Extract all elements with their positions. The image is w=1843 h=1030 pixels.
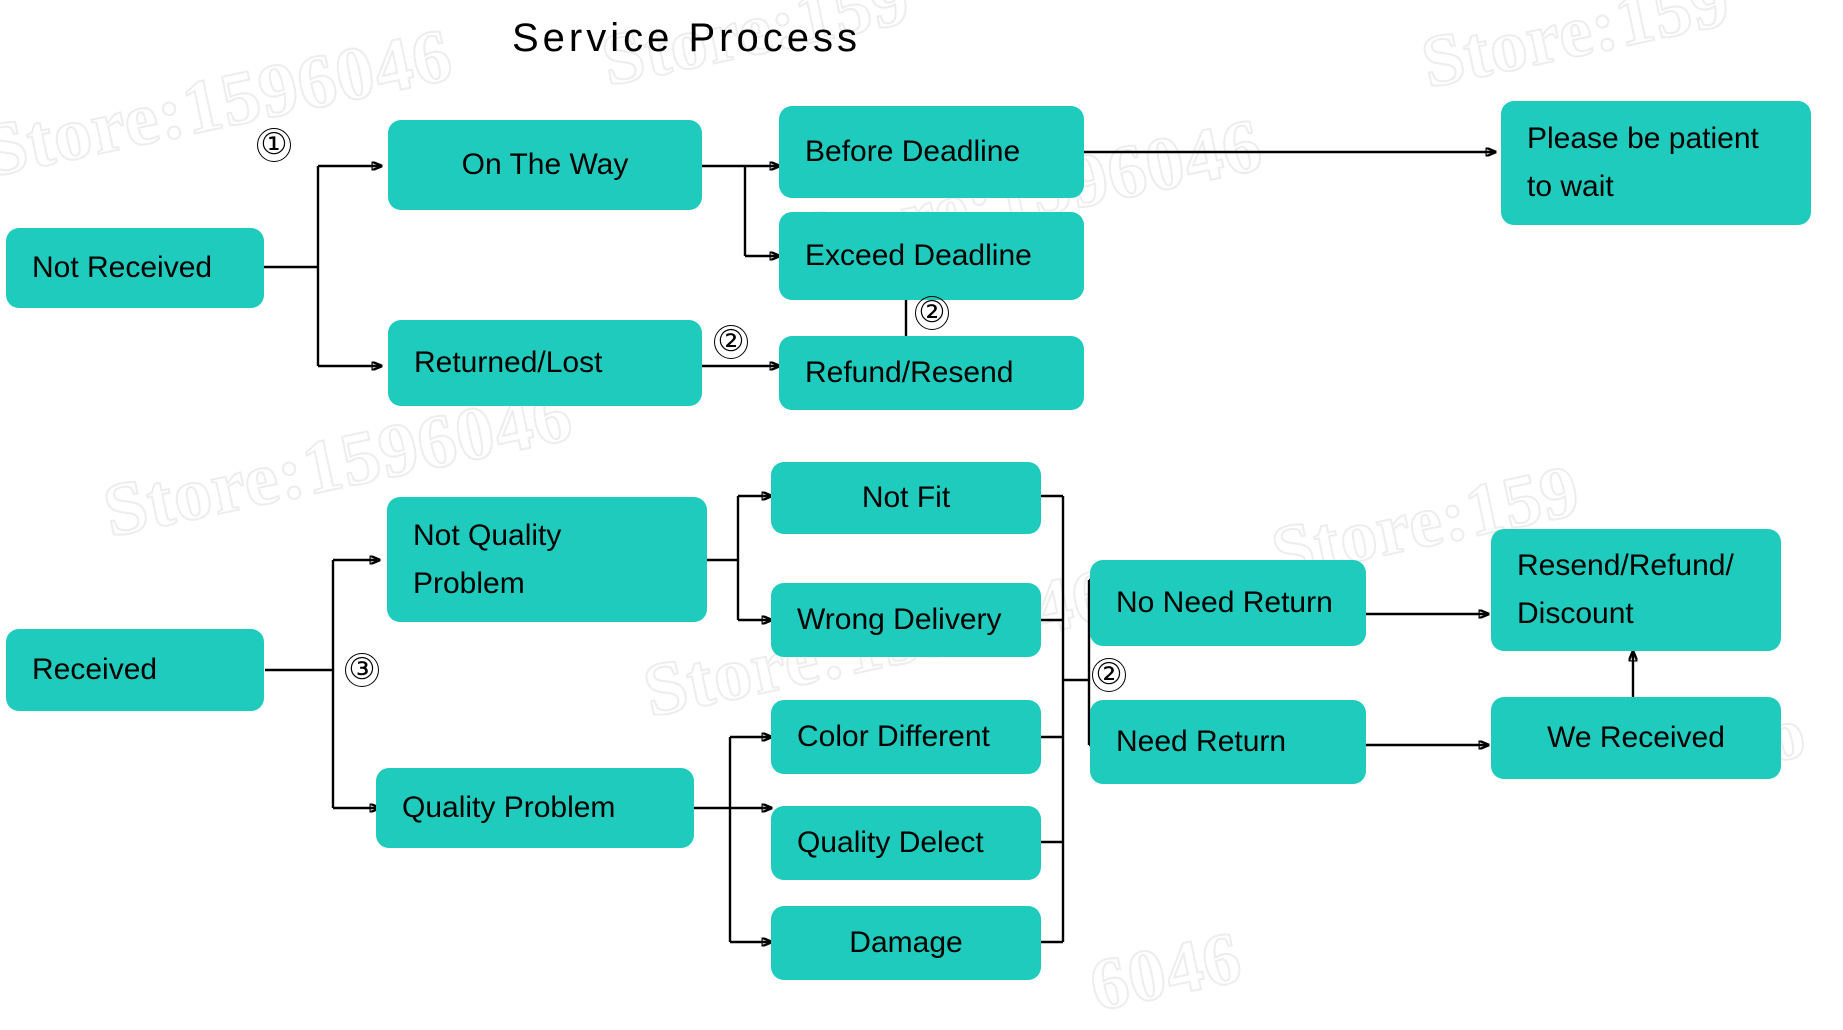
- node-color-different[interactable]: Color Different: [771, 700, 1041, 774]
- node-quality-delect[interactable]: Quality Delect: [771, 806, 1041, 880]
- node-label: Not Fit: [861, 481, 951, 514]
- edge-quality-split: [694, 737, 772, 942]
- page-title: Service Process: [512, 16, 861, 60]
- marker-3: ③: [345, 653, 379, 687]
- node-wrong-delivery[interactable]: Wrong Delivery: [771, 583, 1041, 657]
- node-before-deadline[interactable]: Before Deadline: [779, 106, 1084, 198]
- edge-notquality-split: [707, 496, 772, 620]
- node-not-received[interactable]: Not Received: [6, 228, 264, 308]
- marker-2-returned-lost: ②: [714, 325, 748, 359]
- node-label: No Need Return: [1116, 586, 1333, 619]
- node-not-fit[interactable]: Not Fit: [771, 462, 1041, 534]
- node-label-line2: Discount: [1517, 597, 1634, 630]
- node-label: Quality Delect: [797, 826, 984, 859]
- node-label-line2: to wait: [1527, 170, 1614, 203]
- node-quality-problem[interactable]: Quality Problem: [376, 768, 694, 848]
- node-label: Received: [32, 653, 158, 686]
- node-please-be-patient-to-wait[interactable]: Please be patient to wait: [1501, 101, 1811, 225]
- node-label: Returned/Lost: [414, 346, 603, 379]
- flowchart-canvas: Store:159 Store:159 Store:1596046 Store:…: [0, 0, 1843, 1029]
- edge-ontheway-split: [700, 166, 780, 256]
- node-not-quality-problem[interactable]: Not Quality Problem: [387, 497, 707, 622]
- node-label: Need Return: [1116, 725, 1287, 758]
- node-label-line1: Resend/Refund/: [1517, 549, 1734, 582]
- node-received[interactable]: Received: [6, 629, 264, 711]
- marker-2-return-split: ②: [1092, 658, 1126, 692]
- node-need-return[interactable]: Need Return: [1090, 700, 1366, 784]
- node-resend-refund-discount[interactable]: Resend/Refund/ Discount: [1491, 529, 1781, 651]
- node-exceed-deadline[interactable]: Exceed Deadline: [779, 212, 1084, 300]
- node-refund-resend[interactable]: Refund/Resend: [779, 336, 1084, 410]
- node-label: Refund/Resend: [805, 356, 1014, 389]
- node-label: Not Received: [32, 251, 213, 284]
- node-label-line1: Please be patient: [1527, 122, 1759, 155]
- node-returned-lost[interactable]: Returned/Lost: [388, 320, 702, 406]
- node-label: Color Different: [797, 720, 990, 753]
- node-on-the-way[interactable]: On The Way: [388, 120, 702, 210]
- node-label: Before Deadline: [805, 135, 1021, 168]
- node-label-line2: Problem: [413, 566, 525, 600]
- node-we-received[interactable]: We Received: [1491, 697, 1781, 779]
- node-label: Damage: [849, 926, 963, 959]
- node-damage[interactable]: Damage: [771, 906, 1041, 980]
- node-label: We Received: [1547, 721, 1725, 754]
- marker-1: ①: [257, 128, 291, 162]
- node-no-need-return[interactable]: No Need Return: [1090, 560, 1366, 646]
- node-label-line1: Not Quality: [413, 518, 562, 552]
- node-label: On The Way: [461, 148, 629, 181]
- node-label: Wrong Delivery: [797, 603, 1002, 636]
- node-label: Exceed Deadline: [805, 239, 1032, 272]
- marker-2-exceed-deadline: ②: [915, 296, 949, 330]
- node-label: Quality Problem: [402, 791, 616, 824]
